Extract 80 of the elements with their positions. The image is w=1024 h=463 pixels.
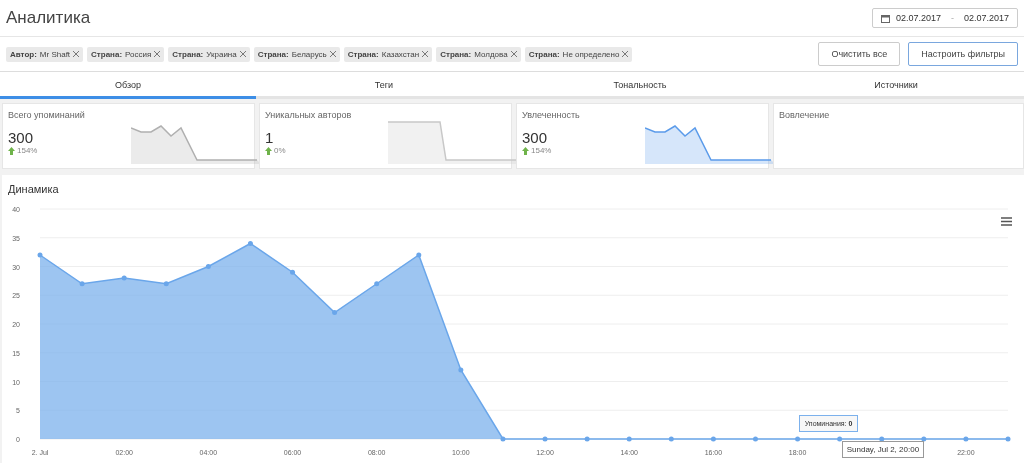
filter-key: Страна: bbox=[91, 49, 123, 59]
data-point bbox=[542, 436, 548, 442]
metric-title: Вовлечение bbox=[779, 110, 831, 120]
close-icon[interactable] bbox=[154, 51, 161, 57]
filter-value: Молдова bbox=[474, 49, 508, 59]
data-point bbox=[584, 436, 590, 442]
tab[interactable]: Обзор bbox=[0, 72, 256, 99]
filter-value: Россия bbox=[125, 49, 152, 59]
data-point bbox=[205, 264, 211, 269]
metric-title: Увлеченность bbox=[522, 110, 581, 120]
data-point bbox=[458, 367, 464, 373]
close-icon[interactable] bbox=[239, 51, 246, 57]
filter-key: Страна: bbox=[440, 49, 472, 59]
close-icon[interactable] bbox=[73, 51, 80, 57]
menu-icon[interactable] bbox=[1001, 217, 1012, 226]
date-separator: - bbox=[950, 13, 954, 23]
data-point bbox=[710, 436, 716, 442]
filter-value: Mr Shaft bbox=[39, 49, 71, 59]
data-point bbox=[500, 436, 506, 442]
configure-filters-button[interactable]: Настроить фильтры bbox=[908, 42, 1018, 66]
data-point bbox=[879, 436, 885, 442]
filter-value: Беларусь bbox=[291, 49, 327, 59]
data-point bbox=[121, 275, 127, 281]
data-point bbox=[416, 252, 422, 258]
filter-chip[interactable]: Автор: Mr Shaft bbox=[6, 46, 84, 62]
metric-change: 0% bbox=[274, 146, 286, 155]
data-point bbox=[290, 269, 295, 275]
metric-change: 154% bbox=[531, 146, 552, 155]
metric-value: 300 bbox=[522, 129, 549, 146]
up-arrow-icon bbox=[8, 146, 15, 155]
metric-value: 1 bbox=[265, 129, 275, 146]
data-point bbox=[374, 281, 380, 287]
close-icon[interactable] bbox=[510, 51, 517, 57]
data-point bbox=[332, 310, 338, 315]
data-point bbox=[1005, 436, 1011, 442]
data-point bbox=[963, 436, 969, 442]
data-point bbox=[753, 436, 758, 442]
close-icon[interactable] bbox=[329, 51, 336, 57]
up-arrow-icon bbox=[522, 146, 529, 155]
metric-value: 300 bbox=[8, 129, 35, 146]
filter-value: Украина bbox=[206, 49, 237, 59]
tab[interactable]: Тональность bbox=[512, 72, 768, 99]
filter-key: Страна: bbox=[257, 49, 289, 59]
data-point bbox=[247, 241, 253, 246]
calendar-icon bbox=[880, 13, 890, 23]
data-point bbox=[37, 252, 43, 258]
filter-chip[interactable]: Страна: Украина bbox=[168, 46, 250, 62]
page-title: Аналитика bbox=[6, 8, 91, 28]
filter-chip[interactable]: Страна: Россия bbox=[87, 46, 165, 62]
close-icon[interactable] bbox=[422, 51, 429, 57]
filter-key: Автор: bbox=[10, 49, 37, 59]
filter-value: Казахстан bbox=[381, 49, 420, 59]
filter-chip[interactable]: Страна: Молдова bbox=[436, 46, 521, 62]
filter-key: Страна: bbox=[347, 49, 379, 59]
data-point bbox=[837, 436, 843, 442]
filter-chip[interactable]: Страна: Не определено bbox=[524, 46, 633, 62]
data-point bbox=[79, 281, 85, 287]
date-range-field[interactable]: 02.07.2017 - 02.07.2017 bbox=[871, 8, 1018, 28]
tab[interactable]: Источники bbox=[768, 72, 1024, 99]
data-point bbox=[921, 436, 927, 442]
filter-key: Страна: bbox=[172, 49, 204, 59]
tab[interactable]: Теги bbox=[256, 72, 512, 99]
metric-change: 154% bbox=[17, 146, 38, 155]
filter-value: Не определено bbox=[562, 49, 620, 59]
date-from: 02.07.2017 bbox=[895, 13, 941, 23]
filter-chip[interactable]: Страна: Казахстан bbox=[343, 46, 433, 62]
filter-chip[interactable]: Страна: Беларусь bbox=[253, 46, 340, 62]
filter-key: Страна: bbox=[528, 49, 560, 59]
close-icon[interactable] bbox=[622, 51, 629, 57]
data-point bbox=[626, 436, 632, 442]
clear-all-button[interactable]: Очистить все bbox=[818, 42, 901, 66]
data-point bbox=[668, 436, 674, 442]
metric-title: Уникальных авторов bbox=[265, 110, 353, 120]
date-to: 02.07.2017 bbox=[963, 13, 1009, 23]
up-arrow-icon bbox=[265, 146, 272, 155]
chart-title: Динамика bbox=[7, 182, 60, 195]
data-point bbox=[163, 281, 169, 287]
metric-title: Всего упоминаний bbox=[8, 110, 86, 120]
crosshair-label: Sunday, Jul 2, 20:00 bbox=[841, 441, 925, 458]
data-point bbox=[795, 436, 801, 442]
